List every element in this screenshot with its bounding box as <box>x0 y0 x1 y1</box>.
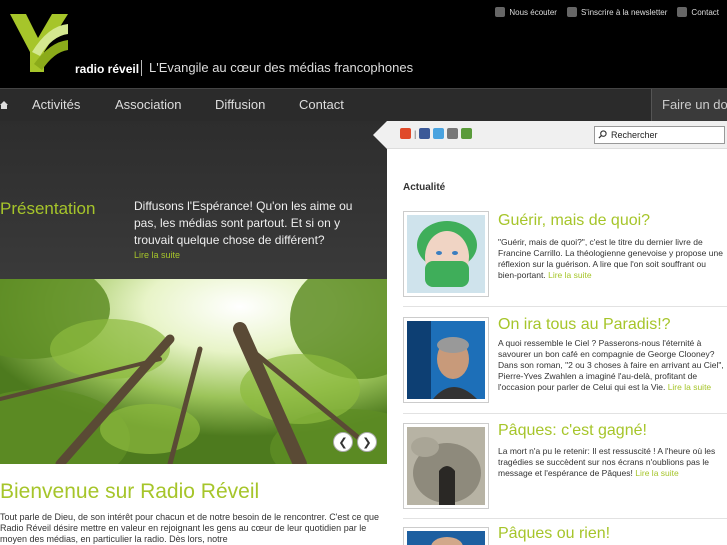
news-text: A quoi ressemble le Ciel ? Passerons-nou… <box>498 338 726 393</box>
news-title[interactable]: On ira tous au Paradis!? <box>498 316 671 334</box>
brand-name: radio réveil <box>75 62 140 76</box>
speaker-icon <box>495 7 506 17</box>
news-text: La mort n'a pu le retenir: Il est ressus… <box>498 446 726 479</box>
news-title[interactable]: Guérir, mais de quoi? <box>498 212 650 230</box>
nav-item-association[interactable]: Association <box>115 89 181 121</box>
news-item: Pâques: c'est gagné! La mort n'a pu le r… <box>403 413 727 513</box>
share-bar: | <box>400 128 473 139</box>
presentation-more-link[interactable]: Lire la suite <box>134 250 180 260</box>
news-section-title: Actualité <box>403 182 446 193</box>
radio-reveil-logo[interactable] <box>8 12 70 74</box>
presentation-text: Diffusons l'Espérance! Qu'on les aime ou… <box>134 199 353 247</box>
sidebar-notch <box>373 121 387 149</box>
search-input[interactable]: Rechercher <box>594 126 725 144</box>
listen-link-label: Nous écouter <box>509 7 557 17</box>
news-thumbnail[interactable] <box>403 423 489 509</box>
news-body: "Guérir, mais de quoi?", c'est le titre … <box>498 237 723 280</box>
nav-item-diffusion[interactable]: Diffusion <box>215 89 265 121</box>
facebook-icon[interactable] <box>419 128 431 139</box>
contact-link[interactable]: Contact <box>677 7 719 17</box>
nav-item-contact[interactable]: Contact <box>299 89 344 121</box>
news-thumbnail[interactable] <box>403 527 489 545</box>
hero-image <box>0 279 387 464</box>
slider-next-button[interactable]: ❯ <box>357 432 377 452</box>
contact-link-label: Contact <box>691 7 719 17</box>
donate-link[interactable]: Faire un do <box>651 89 727 121</box>
print-icon[interactable] <box>447 128 459 139</box>
bookmark-icon[interactable] <box>461 128 473 139</box>
chevron-left-icon: ❮ <box>338 435 348 449</box>
news-title[interactable]: Pâques: c'est gagné! <box>498 422 647 440</box>
twitter-icon[interactable] <box>433 128 445 139</box>
home-button[interactable] <box>0 89 14 121</box>
news-thumbnail[interactable] <box>403 211 489 297</box>
add-icon[interactable] <box>400 128 411 139</box>
newsletter-link-label: S'inscrire à la newsletter <box>580 7 668 17</box>
presentation-panel: Présentation Diffusons l'Espérance! Qu'o… <box>0 121 387 279</box>
news-body: La mort n'a pu le retenir: Il est ressus… <box>498 446 716 478</box>
main-nav: Activités Association Diffusion Contact … <box>0 88 727 121</box>
share-divider: | <box>414 128 417 139</box>
listen-link[interactable]: Nous écouter <box>495 7 557 17</box>
news-thumbnail[interactable] <box>403 317 489 403</box>
header: radio réveil L'Evangile au cœur des médi… <box>0 0 727 88</box>
news-title[interactable]: Pâques ou rien! <box>498 525 610 543</box>
news-item: Pâques ou rien! <box>403 518 727 545</box>
mail-icon <box>677 7 688 17</box>
news-item: On ira tous au Paradis!? A quoi ressembl… <box>403 306 727 412</box>
presentation-title: Présentation <box>0 199 96 218</box>
brand-divider <box>141 60 142 76</box>
welcome-text: Tout parle de Dieu, de son intérêt pour … <box>0 512 379 544</box>
newsletter-link[interactable]: S'inscrire à la newsletter <box>566 7 668 17</box>
slider-prev-button[interactable]: ❮ <box>333 432 353 452</box>
newsletter-icon <box>566 7 577 17</box>
nav-item-activites[interactable]: Activités <box>32 89 80 121</box>
search-label: Rechercher <box>611 130 658 140</box>
search-icon <box>598 130 607 139</box>
news-more-link[interactable]: Lire la suite <box>635 468 678 478</box>
top-links: Nous écouter S'inscrire à la newsletter … <box>495 7 719 17</box>
news-text: "Guérir, mais de quoi?", c'est le titre … <box>498 237 726 281</box>
home-icon <box>0 101 8 109</box>
welcome-title: Bienvenue sur Radio Réveil <box>0 480 260 503</box>
chevron-right-icon: ❯ <box>362 435 372 449</box>
news-more-link[interactable]: Lire la suite <box>548 270 591 280</box>
news-more-link[interactable]: Lire la suite <box>668 382 711 392</box>
news-item: Guérir, mais de quoi? "Guérir, mais de q… <box>403 205 727 305</box>
tagline: L'Evangile au cœur des médias francophon… <box>149 60 414 75</box>
